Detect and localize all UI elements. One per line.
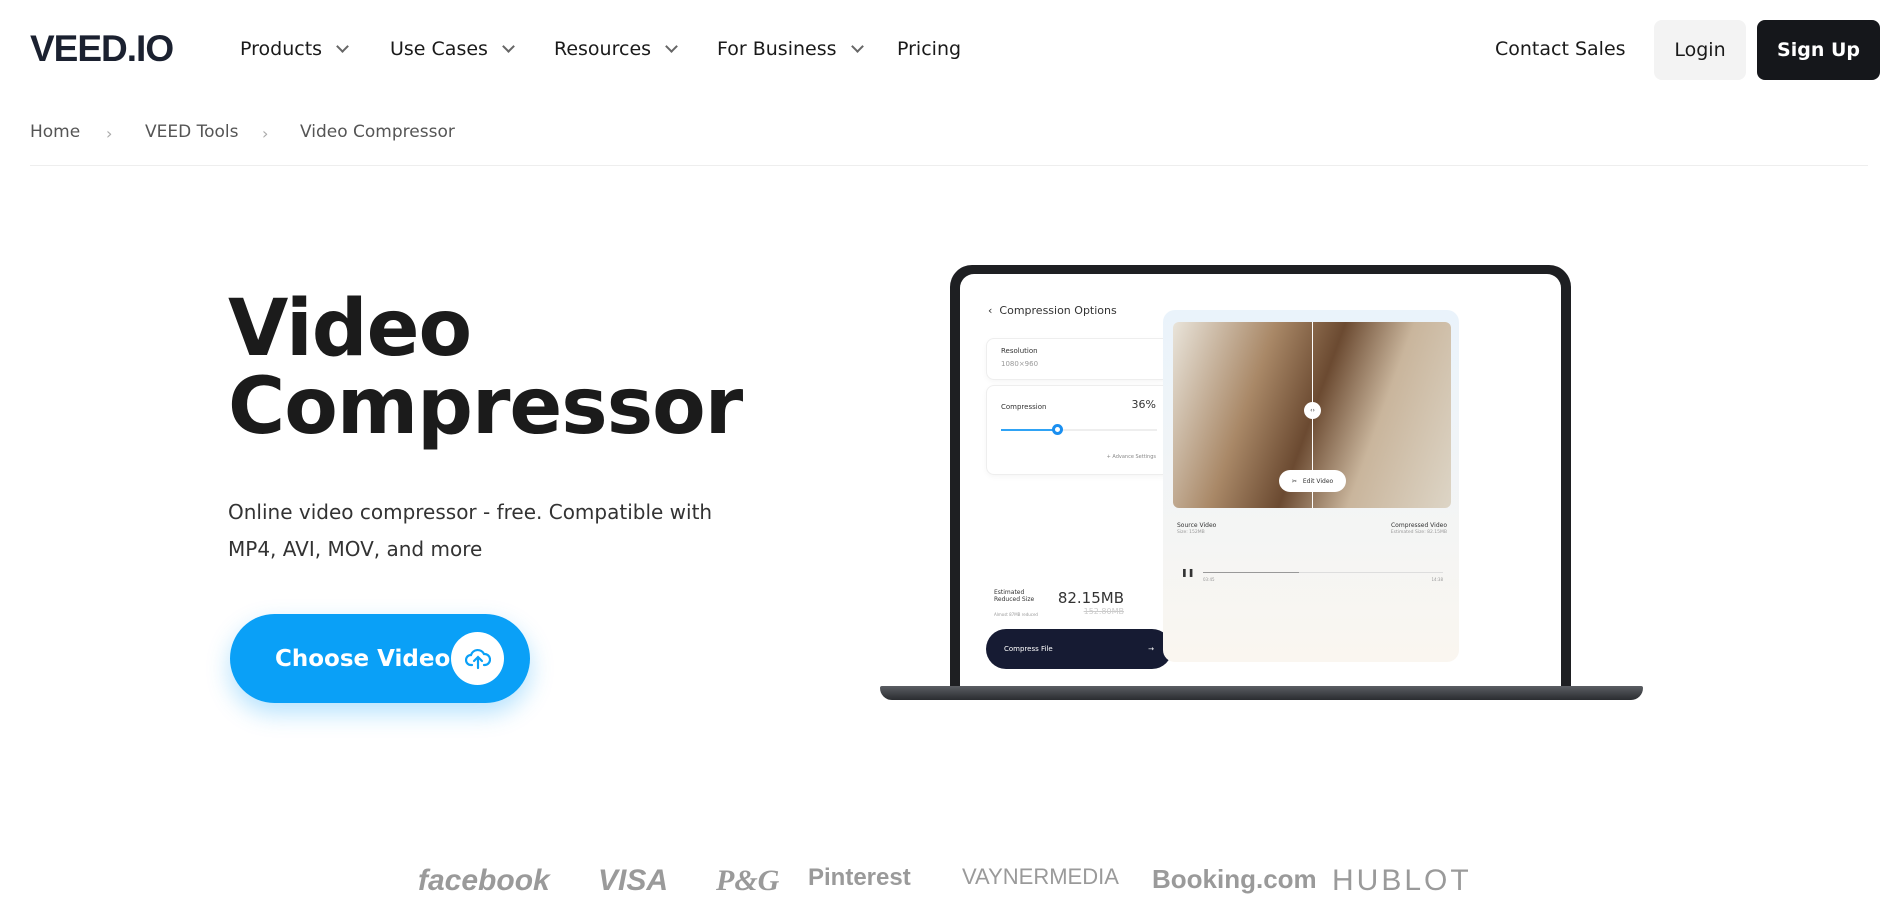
advance-settings: + Advance Settings <box>1106 454 1156 460</box>
nav-for-business[interactable]: For Business <box>717 38 864 60</box>
page-title: Video Compressor <box>228 284 743 452</box>
breadcrumb-veed-tools[interactable]: VEED Tools <box>145 122 238 142</box>
title-line: Video <box>228 284 472 374</box>
upload-cloud-icon <box>451 632 504 685</box>
resolution-label: Resolution <box>1001 347 1038 355</box>
brand-logo-facebook: facebook <box>418 864 550 897</box>
chevron-down-icon <box>502 40 515 53</box>
compress-file-button: Compress File → <box>986 629 1172 669</box>
compressed-size: Estimated Size: 82.15MB <box>1390 530 1447 535</box>
resolution-select: Resolution 1080×960 <box>986 338 1171 380</box>
chevron-down-icon <box>665 40 678 53</box>
source-size: Size: 152MB <box>1177 530 1205 535</box>
scissors-icon: ✂ <box>1291 477 1297 485</box>
brand-logo-visa: VISA <box>598 864 669 897</box>
compression-card: Compression 36% + Advance Settings <box>986 385 1171 475</box>
app-screenshot: ‹ Compression Options Resolution 1080×960… <box>960 274 1561 695</box>
login-button[interactable]: Login <box>1654 20 1746 80</box>
cta-label: Choose Video <box>275 645 451 672</box>
resolution-value: 1080×960 <box>1001 360 1039 368</box>
compare-handle-icon: ‹› <box>1304 402 1321 419</box>
compress-label: Compress File <box>1004 645 1053 653</box>
compression-value: 36% <box>1131 398 1156 411</box>
brand-logo-pinterest: Pinterest <box>808 864 911 891</box>
edit-video-button: ✂ Edit Video <box>1279 470 1346 492</box>
page-subtitle: Online video compressor - free. Compatib… <box>228 500 713 561</box>
nav-label: For Business <box>717 38 837 60</box>
brand-logo-hublot: HUBLOT <box>1332 864 1472 897</box>
laptop-base <box>880 686 1643 700</box>
nav-label: Resources <box>554 38 652 60</box>
laptop-mockup: ‹ Compression Options Resolution 1080×960… <box>950 265 1571 695</box>
veed-logo[interactable]: VEED.IO <box>30 28 174 70</box>
estimated-label: Estimated Reduced Size <box>994 589 1035 603</box>
preview-panel: ‹› ✂ Edit Video Source Video Size: 152MB … <box>1163 310 1459 662</box>
edit-video-label: Edit Video <box>1302 477 1334 485</box>
pause-icon: ❚❚ <box>1181 568 1195 577</box>
reduced-note: Almost 87MB reduced <box>994 612 1038 617</box>
breadcrumb-separator-icon: › <box>106 124 113 143</box>
compression-label: Compression <box>1001 403 1047 411</box>
old-size: 152.80MB <box>1083 607 1124 616</box>
brand-logo-pg: P&G <box>716 864 780 897</box>
breadcrumb-separator-icon: › <box>262 124 269 143</box>
choose-video-button[interactable]: Choose Video <box>230 614 530 703</box>
nav-products[interactable]: Products <box>240 38 349 60</box>
video-preview: ‹› ✂ Edit Video <box>1173 322 1451 508</box>
breadcrumb-current: Video Compressor <box>300 122 455 142</box>
compressed-label: Compressed Video <box>1390 522 1447 529</box>
time-current: 03:45 <box>1203 577 1215 582</box>
signup-button[interactable]: Sign Up <box>1757 20 1880 80</box>
divider <box>30 165 1868 166</box>
time-total: 14:38 <box>1431 577 1443 582</box>
source-label: Source Video <box>1177 522 1217 529</box>
nav-label: Pricing <box>897 38 962 60</box>
brand-logo-vaynermedia: VAYNERMEDIA <box>962 864 1119 889</box>
contact-sales-link[interactable]: Contact Sales <box>1495 38 1626 60</box>
nav-pricing[interactable]: Pricing <box>897 38 961 60</box>
chevron-down-icon <box>850 40 864 53</box>
brand-logo-booking: Booking.com <box>1152 864 1317 894</box>
arrow-right-icon: → <box>1148 645 1154 653</box>
nav-resources[interactable]: Resources <box>554 38 678 60</box>
title-line: Compressor <box>228 362 743 452</box>
nav-label: Use Cases <box>390 38 488 60</box>
video-progress <box>1203 572 1443 573</box>
chevron-down-icon <box>336 40 349 53</box>
nav-label: Products <box>240 38 323 60</box>
panel-title-text: Compression Options <box>999 304 1117 317</box>
nav-use-cases[interactable]: Use Cases <box>390 38 515 60</box>
breadcrumb-home[interactable]: Home <box>30 122 80 142</box>
panel-title: ‹ Compression Options <box>988 304 1117 317</box>
compression-slider <box>1001 424 1157 435</box>
new-size: 82.15MB <box>1057 589 1124 607</box>
